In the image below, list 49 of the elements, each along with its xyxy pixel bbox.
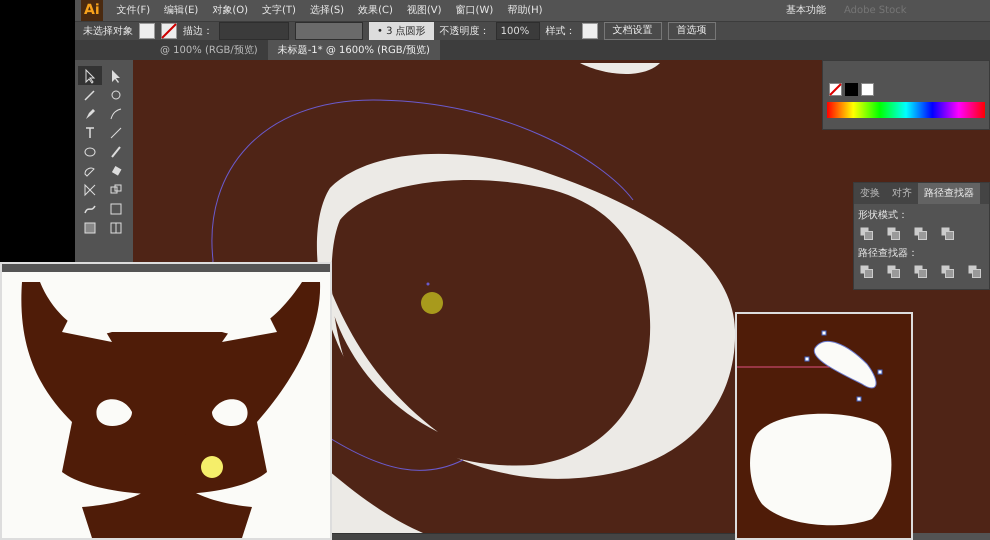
fill-swatch[interactable] xyxy=(139,23,155,39)
menu-item[interactable]: 效果(C) xyxy=(358,3,393,18)
stroke-none-swatch-icon[interactable] xyxy=(161,23,177,39)
workspace-switcher[interactable]: 基本功能 xyxy=(786,3,826,18)
center-point xyxy=(426,282,430,286)
pathfinder-icon[interactable] xyxy=(860,265,873,278)
pathfinder-icon[interactable] xyxy=(887,227,900,240)
opacity-label: 不透明度： xyxy=(440,24,490,38)
section-label: 路径查找器： xyxy=(857,246,919,261)
pathfinder-icon[interactable] xyxy=(914,227,927,240)
document-tab[interactable]: 未标题-1* @ 1600% (RGB/预览) xyxy=(268,40,440,60)
panel-tab[interactable]: 对齐 xyxy=(886,183,918,204)
style-swatch[interactable] xyxy=(582,23,598,39)
curvature-icon xyxy=(108,106,124,122)
pathfinder-icon[interactable] xyxy=(941,265,954,278)
swatch-icon[interactable] xyxy=(861,83,874,96)
cursor-highlight-icon xyxy=(421,292,443,314)
selection-tool-tool[interactable] xyxy=(78,66,102,85)
menu-item[interactable]: 对象(O) xyxy=(212,3,248,18)
line-icon xyxy=(108,124,124,140)
opacity-field[interactable]: 100% xyxy=(496,22,540,40)
menu-item[interactable]: 窗口(W) xyxy=(456,3,494,18)
swatch-icon[interactable] xyxy=(845,83,858,96)
panel-tab[interactable]: 变换 xyxy=(854,183,886,204)
menu-item[interactable]: 编辑(E) xyxy=(164,3,198,18)
variable-width-field[interactable] xyxy=(295,22,363,40)
panel-tab[interactable]: 路径查找器 xyxy=(918,183,980,204)
menu-item[interactable]: 文字(T) xyxy=(262,3,296,18)
menu-item[interactable]: 选择(S) xyxy=(310,3,344,18)
color-spectrum[interactable] xyxy=(827,102,985,118)
toolbar-button[interactable]: 文档设置 xyxy=(604,22,662,40)
stroke-weight-field[interactable] xyxy=(219,22,289,40)
pathfinder-icon[interactable] xyxy=(968,265,981,278)
style-label: 样式： xyxy=(546,24,576,38)
pathfinder-icon[interactable] xyxy=(941,227,954,240)
stroke-label: 描边： xyxy=(183,24,213,38)
selection-status: 未选择对象 xyxy=(83,24,133,38)
menu-item[interactable]: 视图(V) xyxy=(406,3,442,18)
pathfinder-icon[interactable] xyxy=(914,265,927,278)
none-swatch-icon[interactable] xyxy=(829,83,842,96)
menu-item[interactable]: 文件(F) xyxy=(116,3,150,18)
menu-item[interactable]: 帮助(H) xyxy=(507,3,543,18)
toolbar-button[interactable]: 首选项 xyxy=(668,22,716,40)
pathfinder-icon[interactable] xyxy=(860,227,873,240)
pathfinder-icon[interactable] xyxy=(887,265,900,278)
section-label: 形状模式： xyxy=(857,208,909,223)
brush-dropdown[interactable]: • 3 点圆形 xyxy=(369,22,434,40)
app-logo: Ai xyxy=(81,0,103,21)
horizontal-scrollbar[interactable] xyxy=(332,533,735,540)
